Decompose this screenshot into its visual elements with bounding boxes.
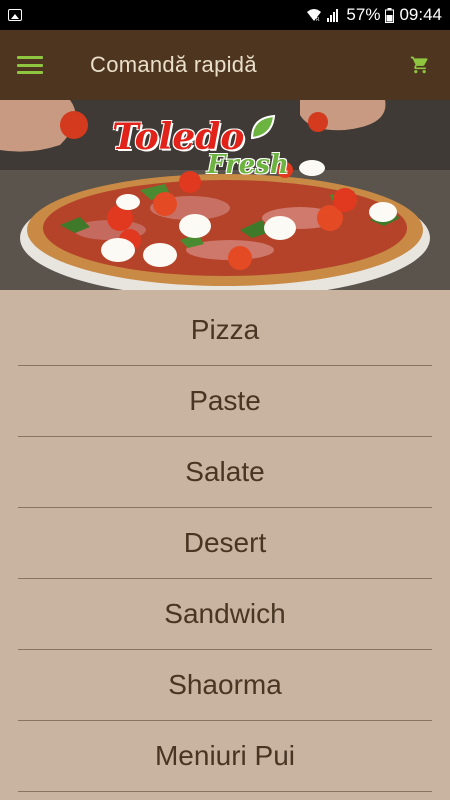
leaf-icon bbox=[250, 114, 276, 140]
shopping-cart-icon bbox=[410, 56, 428, 74]
category-pizza[interactable]: Pizza bbox=[18, 295, 432, 366]
category-label: Shaorma bbox=[168, 669, 282, 700]
battery-icon bbox=[385, 7, 395, 23]
category-list: Pizza Paste Salate Desert Sandwich Shaor… bbox=[0, 295, 450, 792]
toledo-fresh-logo: Toledo Fresh bbox=[112, 112, 289, 192]
page-title: Comandă rapidă bbox=[90, 52, 257, 77]
menu-button[interactable] bbox=[0, 30, 60, 100]
svg-text:R: R bbox=[316, 17, 320, 22]
status-right: R 57% 09:44 bbox=[306, 5, 442, 25]
status-left bbox=[8, 9, 22, 21]
logo-sub-text: Fresh bbox=[207, 150, 289, 180]
cart-button[interactable] bbox=[390, 30, 450, 100]
category-label: Pizza bbox=[190, 314, 260, 345]
status-bar: R 57% 09:44 bbox=[0, 0, 450, 30]
category-salate[interactable]: Salate bbox=[18, 437, 432, 508]
wifi-icon: R bbox=[307, 9, 322, 22]
category-shaorma[interactable]: Shaorma bbox=[18, 650, 432, 721]
image-notification-icon bbox=[8, 9, 22, 21]
category-paste[interactable]: Paste bbox=[18, 366, 432, 437]
category-sandwich[interactable]: Sandwich bbox=[18, 579, 432, 650]
category-desert[interactable]: Desert bbox=[18, 508, 432, 579]
category-label: Desert bbox=[183, 527, 267, 558]
category-label: Meniuri Pui bbox=[154, 740, 296, 771]
battery-percent: 57% bbox=[346, 5, 381, 24]
signal-icon bbox=[327, 9, 339, 22]
app-bar: Comandă rapidă bbox=[0, 30, 450, 100]
category-meniuri-pui[interactable]: Meniuri Pui bbox=[18, 721, 432, 792]
category-label: Paste bbox=[189, 385, 261, 416]
category-label: Salate bbox=[185, 456, 265, 487]
hamburger-menu-icon bbox=[17, 56, 43, 74]
category-label: Sandwich bbox=[164, 598, 286, 629]
hero-banner: Toledo Fresh bbox=[0, 100, 450, 290]
clock: 09:44 bbox=[399, 5, 442, 24]
